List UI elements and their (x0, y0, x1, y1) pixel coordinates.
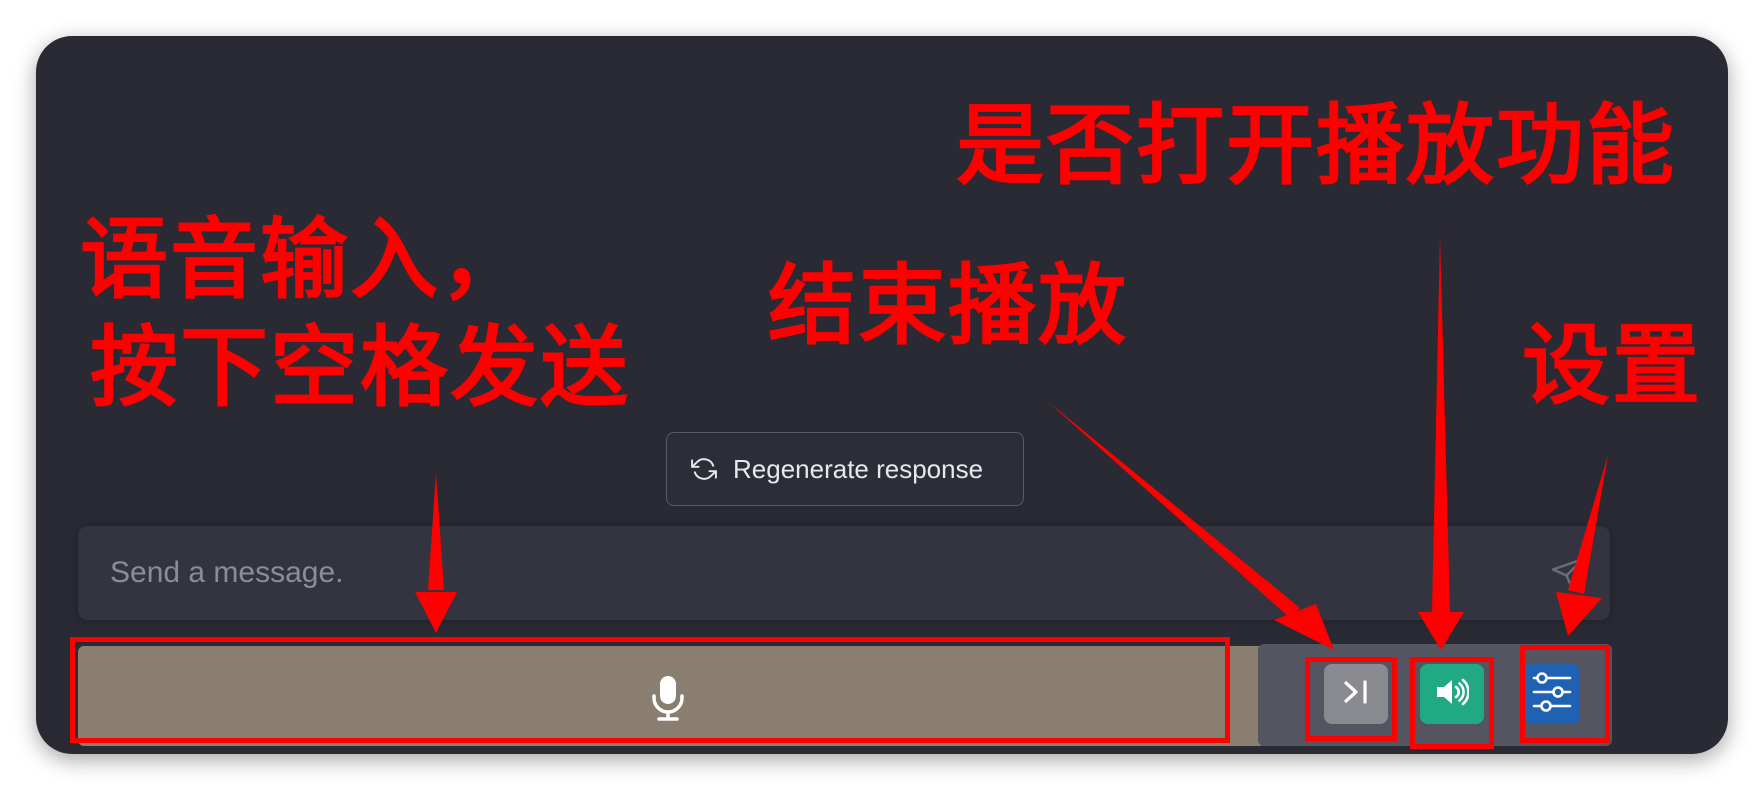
refresh-icon (691, 456, 717, 482)
annotation-voice-input-line1: 语音输入， (80, 208, 531, 311)
annotation-toggle-playback: 是否打开播放功能 (956, 94, 1677, 197)
screenshot-page: Regenerate response Send a message. 语音输入… (0, 0, 1764, 790)
regenerate-response-label: Regenerate response (733, 453, 984, 484)
microphone-icon (648, 674, 688, 722)
annotation-settings: 设置 (1522, 314, 1703, 417)
message-input[interactable] (108, 555, 1610, 591)
annotation-voice-input-line2: 按下空格发送 (90, 316, 631, 419)
end-playback-button[interactable] (1324, 664, 1388, 724)
message-composer (78, 526, 1610, 620)
voice-input-bar[interactable] (78, 646, 1266, 746)
paper-plane-icon[interactable] (1550, 556, 1586, 592)
regenerate-response-button[interactable]: Regenerate response (666, 432, 1024, 506)
annotation-end-playback: 结束播放 (768, 254, 1129, 357)
toggle-playback-button[interactable] (1420, 664, 1484, 724)
settings-button[interactable] (1524, 664, 1580, 724)
speaker-icon (1435, 678, 1470, 710)
sliders-icon (1530, 669, 1574, 719)
skip-end-icon (1341, 679, 1371, 709)
